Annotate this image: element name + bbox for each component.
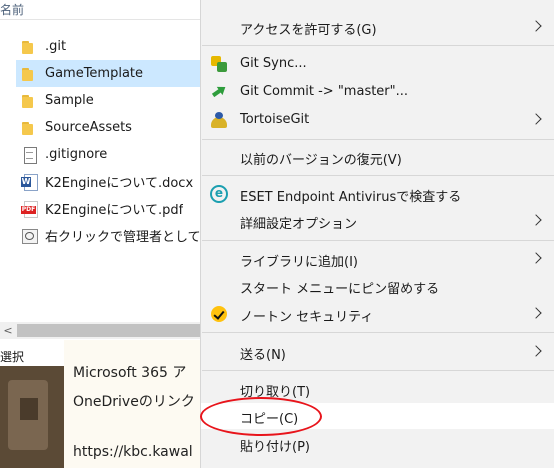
git-commit-icon xyxy=(210,83,228,101)
menu-item-label: 切り取り(T) xyxy=(240,385,311,400)
menu-item-copy[interactable]: コピー(C) xyxy=(201,403,554,429)
file-row-gitignore[interactable]: .gitignore xyxy=(16,141,200,168)
file-name: Sample xyxy=(45,93,94,108)
file-name: K2Engineについて.docx xyxy=(45,176,194,191)
background-text-line: https://kbc.kawal xyxy=(73,444,193,460)
file-row-shortcut[interactable]: 右クリックで管理者として実 xyxy=(16,222,200,249)
menu-item-git-sync[interactable]: Git Sync... xyxy=(201,51,554,77)
menu-item-label: 貼り付け(P) xyxy=(240,440,310,455)
name-column-label: 名前 xyxy=(0,3,25,17)
menu-item-restore-previous-versions[interactable]: 以前のバージョンの復元(V) xyxy=(201,144,554,170)
menu-item-add-to-library[interactable]: ライブラリに追加(I) xyxy=(201,246,554,272)
file-name: GameTemplate xyxy=(45,66,144,81)
menu-item-cut[interactable]: 切り取り(T) xyxy=(201,376,554,402)
chevron-right-icon xyxy=(531,212,543,230)
menu-item-label: スタート メニューにピン留めする xyxy=(240,282,440,297)
text-file-icon xyxy=(20,146,38,164)
menu-item-norton-security[interactable]: ノートン セキュリティ xyxy=(201,301,554,327)
menu-item-tortoisegit[interactable]: TortoiseGit xyxy=(201,107,554,133)
chevron-right-icon xyxy=(531,305,543,323)
file-row-git[interactable]: .git xyxy=(16,33,200,60)
chevron-right-icon xyxy=(531,18,543,36)
context-menu: アクセスを許可する(G) Git Sync... Git Commit -> "… xyxy=(200,0,554,468)
menu-item-label: コピー(C) xyxy=(240,412,299,427)
folder-icon xyxy=(20,119,38,137)
shortcut-icon xyxy=(20,227,38,245)
menu-item-label: TortoiseGit xyxy=(240,112,310,127)
norton-icon xyxy=(210,305,228,323)
file-name: 右クリックで管理者として実 xyxy=(45,230,200,245)
menu-separator xyxy=(202,370,554,371)
file-name: .gitignore xyxy=(45,147,108,162)
word-file-icon xyxy=(20,173,38,191)
menu-item-git-commit[interactable]: Git Commit -> "master"... xyxy=(201,79,554,105)
menu-item-advanced-options[interactable]: 詳細設定オプション xyxy=(201,208,554,234)
chevron-right-icon xyxy=(531,250,543,268)
menu-separator xyxy=(202,332,554,333)
background-document: Microsoft 365 ア OneDriveのリンク https://kbc… xyxy=(64,340,200,468)
scroll-left-arrow-icon[interactable]: < xyxy=(0,322,16,339)
scrollbar-thumb[interactable] xyxy=(17,324,200,337)
eset-icon xyxy=(210,185,228,203)
menu-item-paste[interactable]: 貼り付け(P) xyxy=(201,431,554,457)
menu-item-label: Git Commit -> "master"... xyxy=(240,84,409,99)
menu-item-send-to[interactable]: 送る(N) xyxy=(201,339,554,365)
file-row-sample[interactable]: Sample xyxy=(16,87,200,114)
menu-item-label: ノートン セキュリティ xyxy=(240,310,374,325)
git-sync-icon xyxy=(210,55,228,73)
file-row-gametemplate[interactable]: GameTemplate xyxy=(16,60,200,87)
file-explorer-pane: 名前 .git GameTemplate Sample SourceAssets… xyxy=(0,0,200,366)
background-text-line: OneDriveのリンク xyxy=(73,394,195,410)
menu-item-label: 送る(N) xyxy=(240,348,286,363)
menu-item-label: ESET Endpoint Antivirusで検査する xyxy=(240,190,462,205)
menu-item-eset-scan[interactable]: ESET Endpoint Antivirusで検査する xyxy=(201,181,554,207)
name-column-header[interactable]: 名前 xyxy=(0,0,200,20)
folder-icon xyxy=(20,92,38,110)
status-text: 選択 xyxy=(0,350,25,364)
file-name: SourceAssets xyxy=(45,120,132,135)
menu-item-label: ライブラリに追加(I) xyxy=(240,255,358,270)
tortoisegit-icon xyxy=(210,111,228,129)
menu-separator xyxy=(202,175,554,176)
folder-icon xyxy=(20,65,38,83)
menu-separator xyxy=(202,45,554,46)
menu-item-label: 以前のバージョンの復元(V) xyxy=(240,153,402,168)
file-name: .git xyxy=(45,39,67,54)
menu-separator xyxy=(202,240,554,241)
folder-icon xyxy=(20,38,38,56)
menu-item-pin-to-start[interactable]: スタート メニューにピン留めする xyxy=(201,273,554,299)
pdf-file-icon xyxy=(20,200,38,218)
menu-separator xyxy=(202,139,554,140)
chevron-right-icon xyxy=(531,111,543,129)
file-row-docx[interactable]: K2Engineについて.docx xyxy=(16,168,200,195)
background-image xyxy=(0,366,64,468)
menu-item-label: 詳細設定オプション xyxy=(240,217,358,232)
file-row-sourceassets[interactable]: SourceAssets xyxy=(16,114,200,141)
menu-item-grant-access[interactable]: アクセスを許可する(G) xyxy=(201,14,554,40)
menu-item-label: Git Sync... xyxy=(240,56,307,71)
file-name: K2Engineについて.pdf xyxy=(45,203,184,218)
background-text-line: Microsoft 365 ア xyxy=(73,365,187,381)
file-row-pdf[interactable]: K2Engineについて.pdf xyxy=(16,195,200,222)
chevron-right-icon xyxy=(531,343,543,361)
menu-item-label: アクセスを許可する(G) xyxy=(240,23,377,38)
horizontal-scrollbar[interactable]: < xyxy=(0,322,200,339)
